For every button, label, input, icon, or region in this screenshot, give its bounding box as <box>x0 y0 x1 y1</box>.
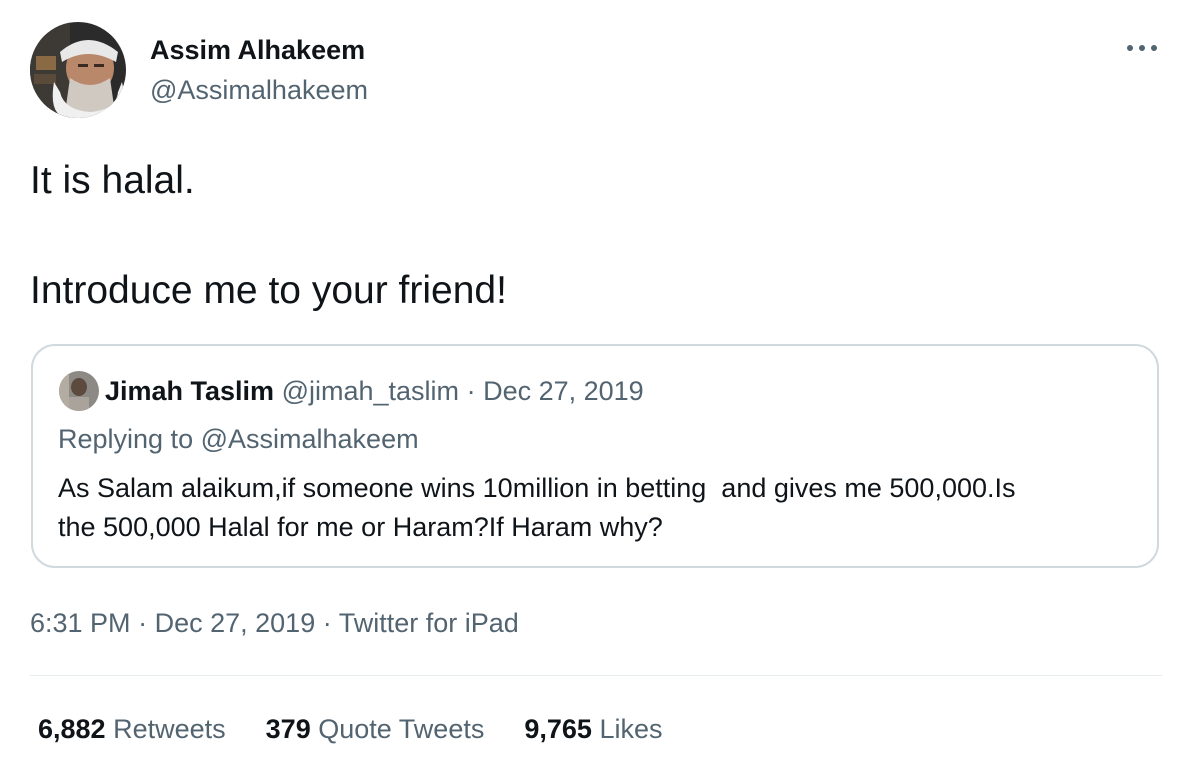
quoted-text-line-1: As Salam alaikum,if someone wins 10milli… <box>58 473 1016 503</box>
likes-count: 9,765 <box>524 714 592 744</box>
replying-prefix: Replying to <box>58 424 201 454</box>
author-avatar-image <box>30 22 126 118</box>
author-handle[interactable]: @Assimalhakeem <box>150 73 368 107</box>
more-horizontal-icon <box>1127 45 1157 51</box>
meta-separator-1: · <box>138 608 148 638</box>
quoted-author-avatar-image <box>59 371 99 411</box>
meta-separator-2: · <box>322 608 332 638</box>
quoted-text-line-2: the 500,000 Halal for me or Haram?If Har… <box>58 512 663 542</box>
quoted-author-handle[interactable]: @jimah_taslim <box>282 376 459 406</box>
author-avatar[interactable] <box>30 22 126 118</box>
quoted-date: Dec 27, 2019 <box>483 376 644 406</box>
quoted-author-name[interactable]: Jimah Taslim <box>105 376 274 406</box>
retweets-count: 6,882 <box>38 714 106 744</box>
quote-tweets-count: 379 <box>265 714 311 744</box>
tweet-time[interactable]: 6:31 PM <box>30 608 131 638</box>
tweet-text-line-1: It is halal. <box>30 159 195 202</box>
engagement-stats: 6,882 Retweets 379 Quote Tweets 9,765 Li… <box>38 712 702 746</box>
quoted-tweet-text: As Salam alaikum,if someone wins 10milli… <box>58 469 1148 547</box>
more-options-button[interactable] <box>1122 36 1162 60</box>
stats-divider <box>30 675 1162 676</box>
quoted-separator: · <box>466 376 476 406</box>
tweet-text-line-2: Introduce me to your friend! <box>30 269 507 312</box>
retweets-label: Retweets <box>113 714 226 744</box>
tweet-source-link[interactable]: Twitter for iPad <box>339 608 519 638</box>
replying-mention-link[interactable]: @Assimalhakeem <box>201 424 419 454</box>
likes-stat[interactable]: 9,765 Likes <box>524 712 662 746</box>
quoted-header: Jimah Taslim @jimah_taslim · Dec 27, 201… <box>105 374 644 408</box>
quoted-tweet-card[interactable]: Jimah Taslim @jimah_taslim · Dec 27, 201… <box>31 344 1159 568</box>
tweet-metadata: 6:31 PM · Dec 27, 2019 · Twitter for iPa… <box>30 606 519 640</box>
quoted-replying-to: Replying to @Assimalhakeem <box>58 422 419 456</box>
likes-label: Likes <box>599 714 663 744</box>
tweet-date[interactable]: Dec 27, 2019 <box>155 608 316 638</box>
retweets-stat[interactable]: 6,882 Retweets <box>38 712 226 746</box>
author-name[interactable]: Assim Alhakeem <box>150 33 365 67</box>
quoted-author-avatar <box>59 371 99 411</box>
quote-tweets-stat[interactable]: 379 Quote Tweets <box>266 712 485 746</box>
quote-tweets-label: Quote Tweets <box>318 714 485 744</box>
